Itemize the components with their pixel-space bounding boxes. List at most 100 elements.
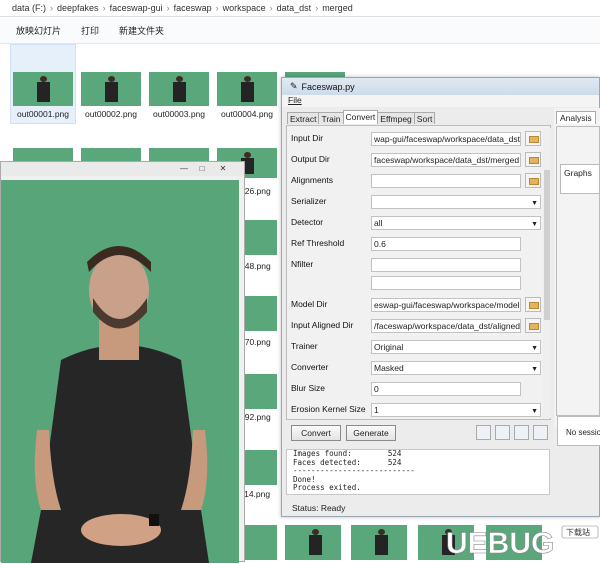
option-row: Erosion Kernel Size 1 ▼: [291, 403, 546, 417]
load-icon[interactable]: [476, 425, 491, 440]
option-select[interactable]: Masked ▼: [371, 361, 541, 375]
option-value: Masked: [374, 363, 404, 373]
tab-analysis[interactable]: Analysis: [556, 111, 596, 124]
option-label: Model Dir: [291, 299, 328, 309]
option-label: Input Aligned Dir: [291, 320, 354, 330]
new-folder-button[interactable]: 新建文件夹: [119, 24, 164, 37]
thumbnail-label: out00001.png: [17, 109, 69, 119]
breadcrumb-item[interactable]: workspace: [223, 3, 266, 13]
image-thumbnail[interactable]: [13, 72, 73, 106]
reset-icon[interactable]: [514, 425, 529, 440]
save-icon[interactable]: [495, 425, 510, 440]
person-figure: [31, 246, 209, 563]
option-label: Alignments: [291, 175, 334, 185]
option-row: Ref Threshold 0.6: [291, 237, 546, 251]
option-value: all: [374, 218, 383, 228]
option-input[interactable]: /faceswap/workspace/data_dst/aligned: [371, 319, 521, 333]
option-input[interactable]: wap-gui/faceswap/workspace/data_dst: [371, 132, 521, 146]
image-thumbnail[interactable]: [241, 220, 277, 255]
generate-button[interactable]: Generate: [346, 425, 396, 441]
image-thumbnail[interactable]: [351, 525, 407, 560]
image-thumbnail[interactable]: [241, 374, 277, 409]
thumbnail-label: 092.png: [240, 412, 271, 422]
option-label: Output Dir: [291, 154, 330, 164]
faceswap-titlebar[interactable]: ✎ Faceswap.py: [282, 78, 599, 95]
breadcrumb: data (F:) › deepfakes › faceswap-gui › face…: [0, 0, 600, 17]
option-value: eswap-gui/faceswap/workspace/model: [374, 300, 520, 310]
image-thumbnail[interactable]: [81, 72, 141, 106]
convert-button[interactable]: Convert: [291, 425, 341, 441]
tab-extract[interactable]: Extract: [287, 112, 320, 124]
option-row: Nfilter: [291, 258, 546, 272]
breadcrumb-item[interactable]: faceswap-gui: [110, 3, 163, 13]
image-thumbnail[interactable]: [241, 296, 277, 331]
image-thumbnail[interactable]: [217, 72, 277, 106]
tab-sort[interactable]: Sort: [413, 112, 436, 124]
option-input[interactable]: 0: [371, 382, 521, 396]
option-select[interactable]: all ▼: [371, 216, 541, 230]
option-row: Blur Size 0: [291, 382, 546, 396]
image-thumbnail[interactable]: [149, 148, 209, 162]
option-label: Trainer: [291, 341, 318, 351]
chevron-down-icon: ▼: [531, 345, 538, 352]
maximize-button[interactable]: □: [195, 163, 209, 174]
tab-convert[interactable]: Convert: [342, 110, 379, 124]
folder-browse-button[interactable]: [525, 173, 541, 188]
viewer-titlebar[interactable]: — □ ✕: [1, 162, 244, 176]
option-select[interactable]: ▼: [371, 195, 541, 209]
menu-file[interactable]: File: [288, 95, 302, 105]
image-thumbnail[interactable]: [241, 450, 277, 485]
option-select[interactable]: 1 ▼: [371, 403, 541, 417]
breadcrumb-item[interactable]: data (F:): [12, 3, 46, 13]
option-row: [291, 276, 546, 290]
option-value: faceswap/workspace/data_dst/merged: [374, 155, 520, 165]
option-value: 0.6: [374, 239, 386, 249]
minimize-button[interactable]: —: [177, 163, 191, 174]
option-label: Nfilter: [291, 259, 314, 269]
tab-train[interactable]: Train: [318, 112, 344, 124]
breadcrumb-item[interactable]: deepfakes: [57, 3, 99, 13]
option-row: Input Dir wap-gui/faceswap/workspace/data…: [291, 131, 546, 146]
clear-icon[interactable]: [533, 425, 548, 440]
breadcrumb-item[interactable]: merged: [322, 3, 353, 13]
option-row: Output Dir faceswap/workspace/data_dst/me…: [291, 152, 546, 167]
option-row: Converter Masked ▼: [291, 361, 546, 375]
folder-browse-button[interactable]: [525, 152, 541, 167]
breadcrumb-item[interactable]: data_dst: [277, 3, 312, 13]
preview-image: [1, 180, 239, 563]
close-button[interactable]: ✕: [216, 163, 230, 174]
folder-browse-button[interactable]: [525, 318, 541, 333]
chevron-down-icon: ▼: [531, 200, 538, 207]
tab-effmpeg[interactable]: Effmpeg: [377, 112, 415, 124]
options-scrollbar[interactable]: [543, 128, 551, 418]
option-value: /faceswap/workspace/data_dst/aligned: [374, 321, 521, 331]
folder-browse-button[interactable]: [525, 297, 541, 312]
thumbnail-label: out00004.png: [221, 109, 273, 119]
menu-bar: File: [282, 95, 599, 107]
chevron-down-icon: ▼: [531, 408, 538, 415]
watermark-logo: UEBUG: [446, 527, 554, 560]
folder-browse-button[interactable]: [525, 131, 541, 146]
option-input[interactable]: [371, 276, 521, 290]
graphs-label[interactable]: Graphs: [560, 164, 600, 194]
print-button[interactable]: 打印: [81, 24, 99, 37]
option-input[interactable]: eswap-gui/faceswap/workspace/model: [371, 298, 521, 312]
image-thumbnail[interactable]: [149, 72, 209, 106]
thumbnail-label: 048.png: [240, 261, 271, 271]
option-input[interactable]: [371, 174, 521, 188]
image-thumbnail[interactable]: [285, 525, 341, 560]
option-input[interactable]: 0.6: [371, 237, 521, 251]
slideshow-button[interactable]: 放映幻灯片: [16, 24, 61, 37]
option-input[interactable]: [371, 258, 521, 272]
option-input[interactable]: faceswap/workspace/data_dst/merged: [371, 153, 521, 167]
console-output: Images found: 524 Faces detected: 524 --…: [286, 449, 550, 495]
image-thumbnail[interactable]: [241, 525, 277, 560]
breadcrumb-item[interactable]: faceswap: [174, 3, 212, 13]
feather-icon: ✎: [290, 81, 298, 91]
option-label: Input Dir: [291, 133, 324, 143]
explorer-toolbar: 放映幻灯片 打印 新建文件夹: [0, 18, 600, 44]
image-thumbnail[interactable]: [81, 148, 141, 162]
chevron-down-icon: ▼: [531, 221, 538, 228]
image-thumbnail[interactable]: [13, 148, 73, 162]
option-select[interactable]: Original ▼: [371, 340, 541, 354]
